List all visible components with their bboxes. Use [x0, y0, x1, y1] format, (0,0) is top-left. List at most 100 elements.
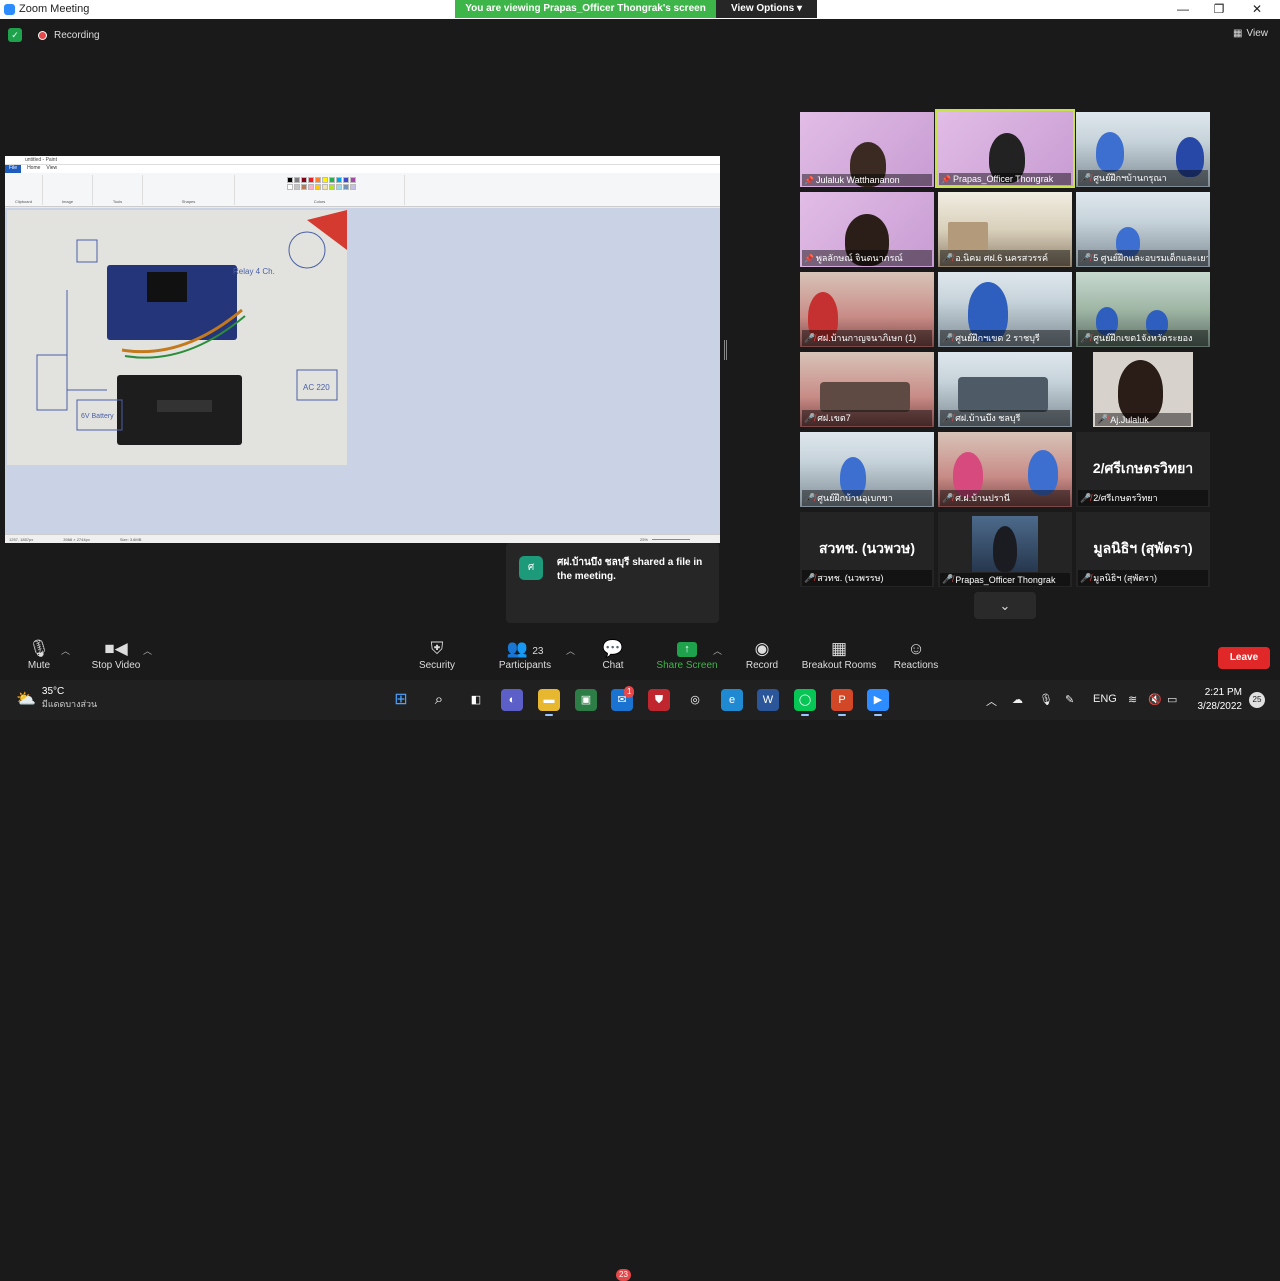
line-icon[interactable]: ◯ [794, 689, 816, 716]
participant-tile[interactable]: 📌 พูลลักษณ์ จินดนาภรณ์ [800, 192, 934, 267]
participant-tile[interactable]: 🎤̸ ศูนย์ฝึกฯเขต 2 ราชบุรี [938, 272, 1072, 347]
weather-description: มีแดดบางส่วน [41, 699, 98, 709]
share-banner: You are viewing Prapas_Officer Thongrak'… [455, 0, 716, 18]
participant-big-name: สวทช. (นวพวษ) [819, 540, 915, 556]
share-options-caret-icon[interactable]: ︿ [713, 644, 722, 657]
meeting-toolbar: 🎙 Mute ︿ ■◀ Stop Video ︿ ⛨ Security 👥 23… [0, 630, 1280, 1281]
participant-tile[interactable]: สวทช. (นวพวษ) 🎤̸ สวทช. (นวพรรษ) [800, 512, 934, 587]
participant-label: 5 ศูนย์ฝึกและอบรมเด็กและเยาวชน [1093, 253, 1208, 263]
chevron-up-icon[interactable]: ︿ [986, 693, 997, 709]
participant-tile[interactable]: 🎤̸ Aj.Julaluk [1093, 352, 1193, 427]
photos-icon[interactable]: ▣ [575, 689, 597, 711]
participant-name: 🎤̸ Aj.Julaluk [1095, 413, 1191, 426]
color-swatch [343, 184, 349, 190]
participant-tile[interactable]: 📌 Julaluk Watthananon [800, 112, 934, 187]
mic-off-icon: 🎤̸ [942, 574, 954, 584]
meeting-status: ✓ Recording [8, 28, 100, 42]
participant-tile[interactable]: มูลนิธิฯ (สุพัตรา) 🎤̸ มูลนิธิฯ (สุพัตรา) [1076, 512, 1210, 587]
splitter-handle[interactable] [724, 340, 727, 360]
teams-chat-icon[interactable]: ◐ [501, 689, 523, 711]
participant-tile[interactable]: 🎤̸5 ศูนย์ฝึกและอบรมเด็กและเยาวชน [1076, 192, 1210, 267]
notification-center-badge[interactable]: 25 [1249, 692, 1265, 708]
participant-name: 🎤̸ ศฝ.เขต7 [802, 410, 932, 426]
mcafee-icon[interactable]: ⛊ [648, 689, 670, 711]
edge-browser-icon[interactable]: e [721, 689, 743, 711]
participant-name: 🎤̸ ศ.ฝ.บ้านปรานี [940, 490, 1070, 506]
breakout-rooms-button[interactable]: ▦ Breakout Rooms [800, 638, 878, 671]
paint-tab-home: Home [27, 165, 41, 171]
minimize-icon[interactable]: — [1176, 2, 1190, 16]
partly-sunny-icon: ⛅ [16, 690, 36, 708]
participant-tile[interactable]: 2/ศรีเกษตรวิทยา 🎤̸ 2/ศรีเกษตรวิทยา [1076, 432, 1210, 507]
participant-label: มูลนิธิฯ (สุพัตรา) [1093, 573, 1158, 583]
participant-tile[interactable]: 🎤̸ อ.นิคม ศฝ.6 นครสวรรค์ [938, 192, 1072, 267]
color-swatch [287, 177, 293, 183]
participant-tile[interactable]: 📌 Prapas_Officer Thongrak [935, 109, 1075, 188]
mic-off-icon: 🎤̸ [804, 492, 816, 503]
participant-tile[interactable]: 🎤̸ ศูนย์ฝึกบ้านอุเบกขา [800, 432, 934, 507]
participants-button[interactable]: 👥 23 Participants [496, 638, 554, 671]
leave-button[interactable]: Leave [1218, 647, 1270, 669]
paint-tabs: File Home View [5, 165, 720, 173]
weather-widget[interactable]: ⛅ 35°C มีแดดบางส่วน [16, 686, 97, 711]
security-shield-icon[interactable]: ✓ [8, 28, 22, 42]
ribbon-label: Colors [313, 199, 326, 204]
notification-avatar: ศ [519, 556, 543, 580]
github-icon[interactable]: ◎ [684, 689, 706, 711]
video-options-caret-icon[interactable]: ︿ [143, 644, 152, 657]
task-view-icon[interactable]: ◧ [465, 689, 487, 711]
pen-icon[interactable]: ✎ [1065, 693, 1074, 706]
participant-tile[interactable]: 🎤̸ ศูนย์ฝึกฯบ้านกรุณา [1076, 112, 1210, 187]
participant-tile[interactable]: 🎤̸ Prapas_Officer Thongrak [938, 512, 1072, 587]
ribbon-shapes: Shapes [143, 175, 235, 205]
mic-off-icon: 🎤̸ [804, 332, 816, 343]
participants-label: Participants [498, 660, 552, 671]
wifi-icon[interactable]: ≋ [1128, 693, 1137, 706]
file-shared-notification[interactable]: ศ ศฝ.บ้านบึง ชลบุรี shared a file in the… [506, 543, 719, 623]
color-swatch [322, 184, 328, 190]
share-arrow-icon: ↑ [677, 642, 697, 657]
stop-video-button[interactable]: ■◀ Stop Video [88, 638, 144, 671]
file-explorer-icon[interactable]: ▬ [538, 689, 560, 716]
powerpoint-icon[interactable]: P [831, 689, 853, 716]
participant-tile[interactable]: 🎤̸ ศูนย์ฝึกเขต1จังหวัดระยอง [1076, 272, 1210, 347]
speaker-muted-icon[interactable]: 🔇 [1148, 693, 1162, 706]
security-button[interactable]: ⛨ Security [416, 638, 458, 671]
participant-tile[interactable]: 🎤̸ ศ.ฝ.บ้านปรานี [938, 432, 1072, 507]
shared-screen[interactable]: untitled - Paint File Home View Clipboar… [5, 156, 720, 543]
participant-label: ศูนย์ฝึกฯเขต 2 ราชบุรี [955, 333, 1040, 343]
battery-icon[interactable]: ▭ [1167, 693, 1177, 706]
audio-options-caret-icon[interactable]: ︿ [61, 644, 70, 657]
share-screen-button[interactable]: ↑ Share Screen [655, 638, 719, 671]
participant-tile[interactable]: 🎤̸ ศฝ.บ้านบึง ชลบุรี [938, 352, 1072, 427]
zoom-icon[interactable]: ▶ [867, 689, 889, 716]
participant-name: 📌 Prapas_Officer Thongrak [939, 173, 1071, 185]
search-icon[interactable]: ⌕ [428, 689, 450, 711]
onedrive-cloud-icon[interactable]: ☁ [1012, 693, 1023, 706]
gallery-next-page-button[interactable]: ⌄ [974, 592, 1036, 619]
participant-label: ศฝ.บ้านบึง ชลบุรี [955, 413, 1021, 423]
view-button[interactable]: ▦ View [1233, 28, 1268, 39]
word-icon[interactable]: W [757, 689, 779, 711]
mute-button[interactable]: 🎙 Mute [22, 638, 56, 671]
windows-start-icon[interactable]: ⊞ [390, 689, 412, 711]
record-icon: ◉ [754, 639, 770, 658]
system-clock[interactable]: 2:21 PM 3/28/2022 [1190, 686, 1243, 714]
participant-tile[interactable]: 🎤̸ ศฝ.เขต7 [800, 352, 934, 427]
participants-options-caret-icon[interactable]: ︿ [566, 644, 575, 657]
view-options-button[interactable]: View Options ▾ [716, 0, 817, 18]
record-button[interactable]: ◉ Record [744, 638, 780, 671]
participant-tile[interactable]: 🎤̸ ศฝ.บ้านกาญจนาภิเษก (1) [800, 272, 934, 347]
close-icon[interactable]: ✕ [1250, 2, 1264, 16]
participant-label: ศูนย์ฝึกบ้านอุเบกขา [817, 493, 893, 503]
participant-video [993, 526, 1017, 572]
microphone-tray-icon[interactable]: 🎙 [1039, 693, 1053, 706]
paint-canvas-area: Relay 4 Ch. AC 220 6V Battery [5, 208, 720, 534]
recording-label[interactable]: Recording [54, 30, 100, 41]
language-indicator[interactable]: ENG [1093, 693, 1117, 705]
reactions-button[interactable]: ☺ Reactions [892, 638, 940, 671]
color-swatch [287, 184, 293, 190]
maximize-icon[interactable]: ❐ [1212, 2, 1226, 16]
participant-name: 🎤̸ ศูนย์ฝึกฯบ้านกรุณา [1078, 170, 1208, 186]
chat-button[interactable]: 💬 Chat [598, 638, 628, 671]
